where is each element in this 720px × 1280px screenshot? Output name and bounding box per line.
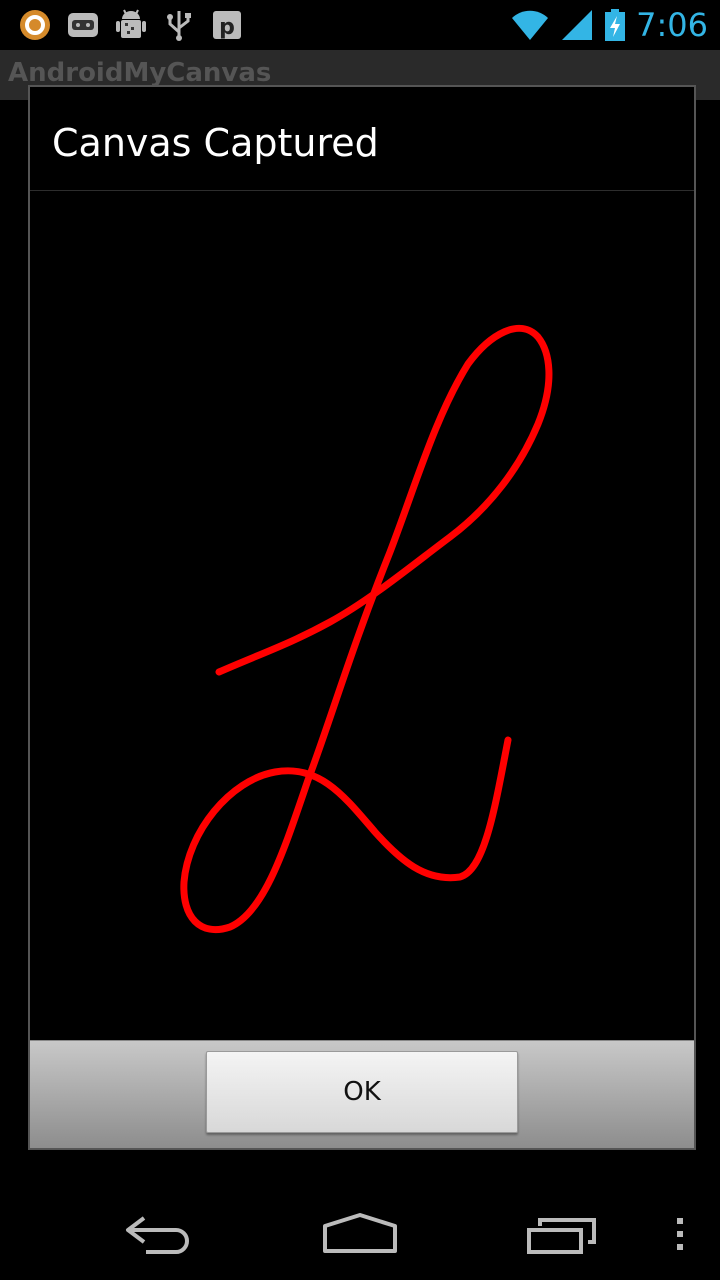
canvas-captured-dialog: Canvas Captured OK	[28, 85, 696, 1150]
app-title: AndroidMyCanvas	[8, 58, 272, 88]
svg-text:p: p	[219, 15, 235, 40]
p-app-icon: p	[210, 8, 244, 42]
wifi-icon	[512, 10, 549, 40]
game-controller-icon	[66, 8, 100, 42]
recent-apps-icon[interactable]	[526, 1216, 598, 1256]
captured-canvas-image	[30, 192, 694, 1040]
home-icon[interactable]	[322, 1212, 398, 1254]
drawing-stroke-svg	[180, 324, 553, 934]
red-drawing-stroke	[180, 324, 553, 934]
app-notification-icon	[18, 8, 52, 42]
dialog-title: Canvas Captured	[52, 121, 379, 165]
overflow-menu-icon[interactable]	[672, 1216, 688, 1252]
usb-icon	[162, 8, 196, 42]
dialog-title-bar: Canvas Captured	[30, 87, 694, 191]
dialog-button-bar: OK	[30, 1040, 694, 1148]
android-debug-icon	[114, 8, 148, 42]
back-icon[interactable]	[124, 1214, 196, 1254]
navigation-bar	[0, 1180, 720, 1280]
ok-button[interactable]: OK	[206, 1051, 518, 1133]
status-bar: p 7:06	[0, 0, 720, 50]
signal-icon	[562, 10, 593, 40]
notification-icons: p	[18, 8, 244, 42]
clock: 7:06	[636, 6, 708, 44]
battery-charging-icon	[605, 9, 626, 41]
system-status-icons: 7:06	[510, 4, 708, 46]
